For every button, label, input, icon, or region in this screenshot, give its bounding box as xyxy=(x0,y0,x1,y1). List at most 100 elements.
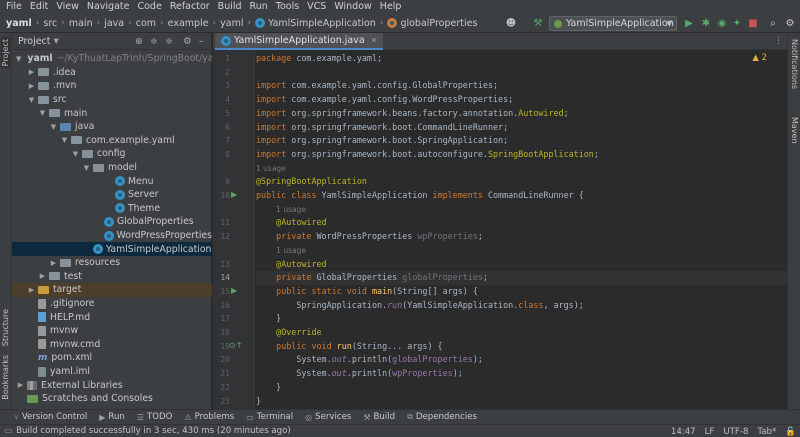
code-line[interactable]: System.out.println(wpProperties); xyxy=(256,367,787,381)
tool-window-problems[interactable]: ⚠ Problems xyxy=(184,412,234,422)
caret-position[interactable]: 14:47 xyxy=(671,427,696,437)
code-line[interactable]: import org.springframework.beans.factory… xyxy=(256,107,787,121)
tree-item--idea[interactable]: ▶ .idea xyxy=(12,66,212,80)
more-tabs-icon[interactable]: ⋮ xyxy=(774,36,783,46)
chevron-right-icon[interactable]: ▶ xyxy=(27,68,36,76)
bookmarks-tool-button[interactable]: Bookmarks xyxy=(1,355,10,400)
tree-item-external-libraries[interactable]: ▶ External Libraries xyxy=(12,378,212,392)
code-line[interactable]: @Override xyxy=(256,326,787,340)
tree-item-help-md[interactable]: HELP.md xyxy=(12,310,212,324)
tree-item-yaml-iml[interactable]: yaml.iml xyxy=(12,365,212,379)
search-icon[interactable]: ⌕ xyxy=(767,17,779,29)
chevron-down-icon[interactable]: ▼ xyxy=(16,55,21,63)
tree-item-model[interactable]: ▼ model xyxy=(12,161,212,175)
chevron-down-icon[interactable]: ▼ xyxy=(49,123,58,131)
maven-tool-button[interactable]: Maven xyxy=(790,117,799,144)
indent-setting[interactable]: Tab* xyxy=(757,427,776,437)
code-line[interactable]: import com.example.yaml.config.GlobalPro… xyxy=(256,79,787,93)
breadcrumb-globalproperties[interactable]: globalProperties xyxy=(386,18,478,29)
file-encoding[interactable]: UTF-8 xyxy=(723,427,748,437)
code-line[interactable]: private WordPressProperties wpProperties… xyxy=(256,230,787,244)
code-line[interactable]: import com.example.yaml.config.WordPress… xyxy=(256,93,787,107)
chevron-down-icon[interactable]: ▼ xyxy=(38,109,47,117)
close-icon[interactable]: ✕ xyxy=(371,36,378,45)
hide-icon[interactable]: – xyxy=(199,36,204,47)
inlay-hint[interactable]: 1 usage xyxy=(256,244,787,258)
tool-window-terminal[interactable]: ▭ Terminal xyxy=(246,412,293,422)
project-tool-button[interactable]: Project xyxy=(1,37,10,69)
chevron-down-icon[interactable]: ▼ xyxy=(27,96,36,104)
project-panel-title[interactable]: Project xyxy=(18,36,51,47)
coverage-icon[interactable]: ✦ xyxy=(731,17,743,29)
chevron-down-icon[interactable]: ▼ xyxy=(60,136,69,144)
line-separator[interactable]: LF xyxy=(705,427,715,437)
tool-window-todo[interactable]: ☰ TODO xyxy=(137,412,173,422)
chevron-right-icon[interactable]: ▶ xyxy=(27,82,36,90)
run-icon[interactable]: ▶ xyxy=(683,17,695,29)
tree-item--gitignore[interactable]: .gitignore xyxy=(12,297,212,311)
menu-edit[interactable]: Edit xyxy=(26,0,52,14)
structure-tool-button[interactable]: Structure xyxy=(1,309,10,346)
notifications-tool-button[interactable]: Notifications xyxy=(790,39,799,89)
code-line[interactable]: public class YamlSimpleApplication imple… xyxy=(256,189,787,203)
tree-item-main[interactable]: ▼ main xyxy=(12,106,212,120)
tree-item-src[interactable]: ▼ src xyxy=(12,93,212,107)
tree-item-resources[interactable]: ▶ resources xyxy=(12,256,212,270)
run-configuration-select[interactable]: YamlSimpleApplication ▼ xyxy=(549,16,677,31)
inlay-hint[interactable]: 1 usage xyxy=(256,203,787,217)
profile-icon[interactable]: ◉ xyxy=(716,17,728,29)
code-line[interactable]: public void run(String... args) { xyxy=(256,340,787,354)
tool-window-dependencies[interactable]: ⧉ Dependencies xyxy=(407,412,477,422)
code-editor[interactable]: ▲ 2 package com.example.yaml; import com.… xyxy=(256,50,787,409)
tree-item-config[interactable]: ▼ config xyxy=(12,147,212,161)
code-line[interactable]: @SpringBootApplication xyxy=(256,175,787,189)
tool-window-services[interactable]: ◎ Services xyxy=(305,412,351,422)
tree-item-wordpressproperties[interactable]: WordPressProperties xyxy=(12,229,212,243)
expand-all-icon[interactable]: ≑ xyxy=(165,36,173,47)
chevron-right-icon[interactable]: ▶ xyxy=(16,381,25,389)
tree-item-globalproperties[interactable]: GlobalProperties xyxy=(12,215,212,229)
tree-item--mvn[interactable]: ▶ .mvn xyxy=(12,79,212,93)
tree-item-menu[interactable]: Menu xyxy=(12,174,212,188)
tree-item-yaml[interactable]: ▼ yaml ~/KyThuatLapTrinh/SpringBoot/ya xyxy=(12,52,212,66)
code-line[interactable]: package com.example.yaml; xyxy=(256,52,787,66)
breadcrumb-src[interactable]: src xyxy=(42,18,58,29)
tree-item-yamlsimpleapplication[interactable]: YamlSimpleApplication xyxy=(12,242,212,256)
chevron-down-icon[interactable]: ▼ xyxy=(54,37,59,45)
locate-file-icon[interactable]: ⊕ xyxy=(135,36,143,47)
menu-window[interactable]: Window xyxy=(330,0,375,14)
tree-item-target[interactable]: ▶ target xyxy=(12,283,212,297)
add-user-icon[interactable]: ☻ xyxy=(505,17,517,29)
menu-build[interactable]: Build xyxy=(214,0,246,14)
breadcrumb-java[interactable]: java xyxy=(103,18,125,29)
menu-navigate[interactable]: Navigate xyxy=(83,0,134,14)
menu-run[interactable]: Run xyxy=(246,0,272,14)
stop-icon[interactable]: ■ xyxy=(747,17,759,29)
chevron-right-icon[interactable]: ▶ xyxy=(27,286,36,294)
tool-window-build[interactable]: ⚒ Build xyxy=(363,412,395,422)
status-message[interactable]: Build completed successfully in 3 sec, 4… xyxy=(16,426,291,436)
override-gutter-icon[interactable]: ⊙↑ xyxy=(229,341,242,350)
code-line[interactable]: import org.springframework.boot.autoconf… xyxy=(256,148,787,162)
tree-item-pom-xml[interactable]: m pom.xml xyxy=(12,351,212,365)
menu-file[interactable]: File xyxy=(2,0,26,14)
run-gutter-icon[interactable]: ▶ xyxy=(231,286,237,295)
code-line[interactable]: @Autowired xyxy=(256,258,787,272)
menu-view[interactable]: View xyxy=(52,0,83,14)
code-line[interactable]: import org.springframework.boot.CommandL… xyxy=(256,121,787,135)
menu-refactor[interactable]: Refactor xyxy=(166,0,214,14)
code-line[interactable]: SpringApplication.run(YamlSimpleApplicat… xyxy=(256,299,787,313)
chevron-right-icon[interactable]: ▶ xyxy=(49,259,58,267)
code-line[interactable]: } xyxy=(256,381,787,395)
inlay-hint[interactable]: 1 usage xyxy=(256,162,787,176)
run-gutter-icon[interactable]: ▶ xyxy=(231,190,237,199)
breadcrumb-com[interactable]: com xyxy=(135,18,157,29)
code-line[interactable]: @Autowired xyxy=(256,216,787,230)
chevron-down-icon[interactable]: ▼ xyxy=(71,150,80,158)
chevron-right-icon[interactable]: ▶ xyxy=(38,272,47,280)
breadcrumb-yaml[interactable]: yaml xyxy=(0,18,33,29)
menu-tools[interactable]: Tools xyxy=(272,0,303,14)
code-line[interactable]: } xyxy=(256,395,787,409)
tree-item-com-example-yaml[interactable]: ▼ com.example.yaml xyxy=(12,134,212,148)
breadcrumb-yamlsimpleapplication[interactable]: YamlSimpleApplication xyxy=(254,18,377,29)
